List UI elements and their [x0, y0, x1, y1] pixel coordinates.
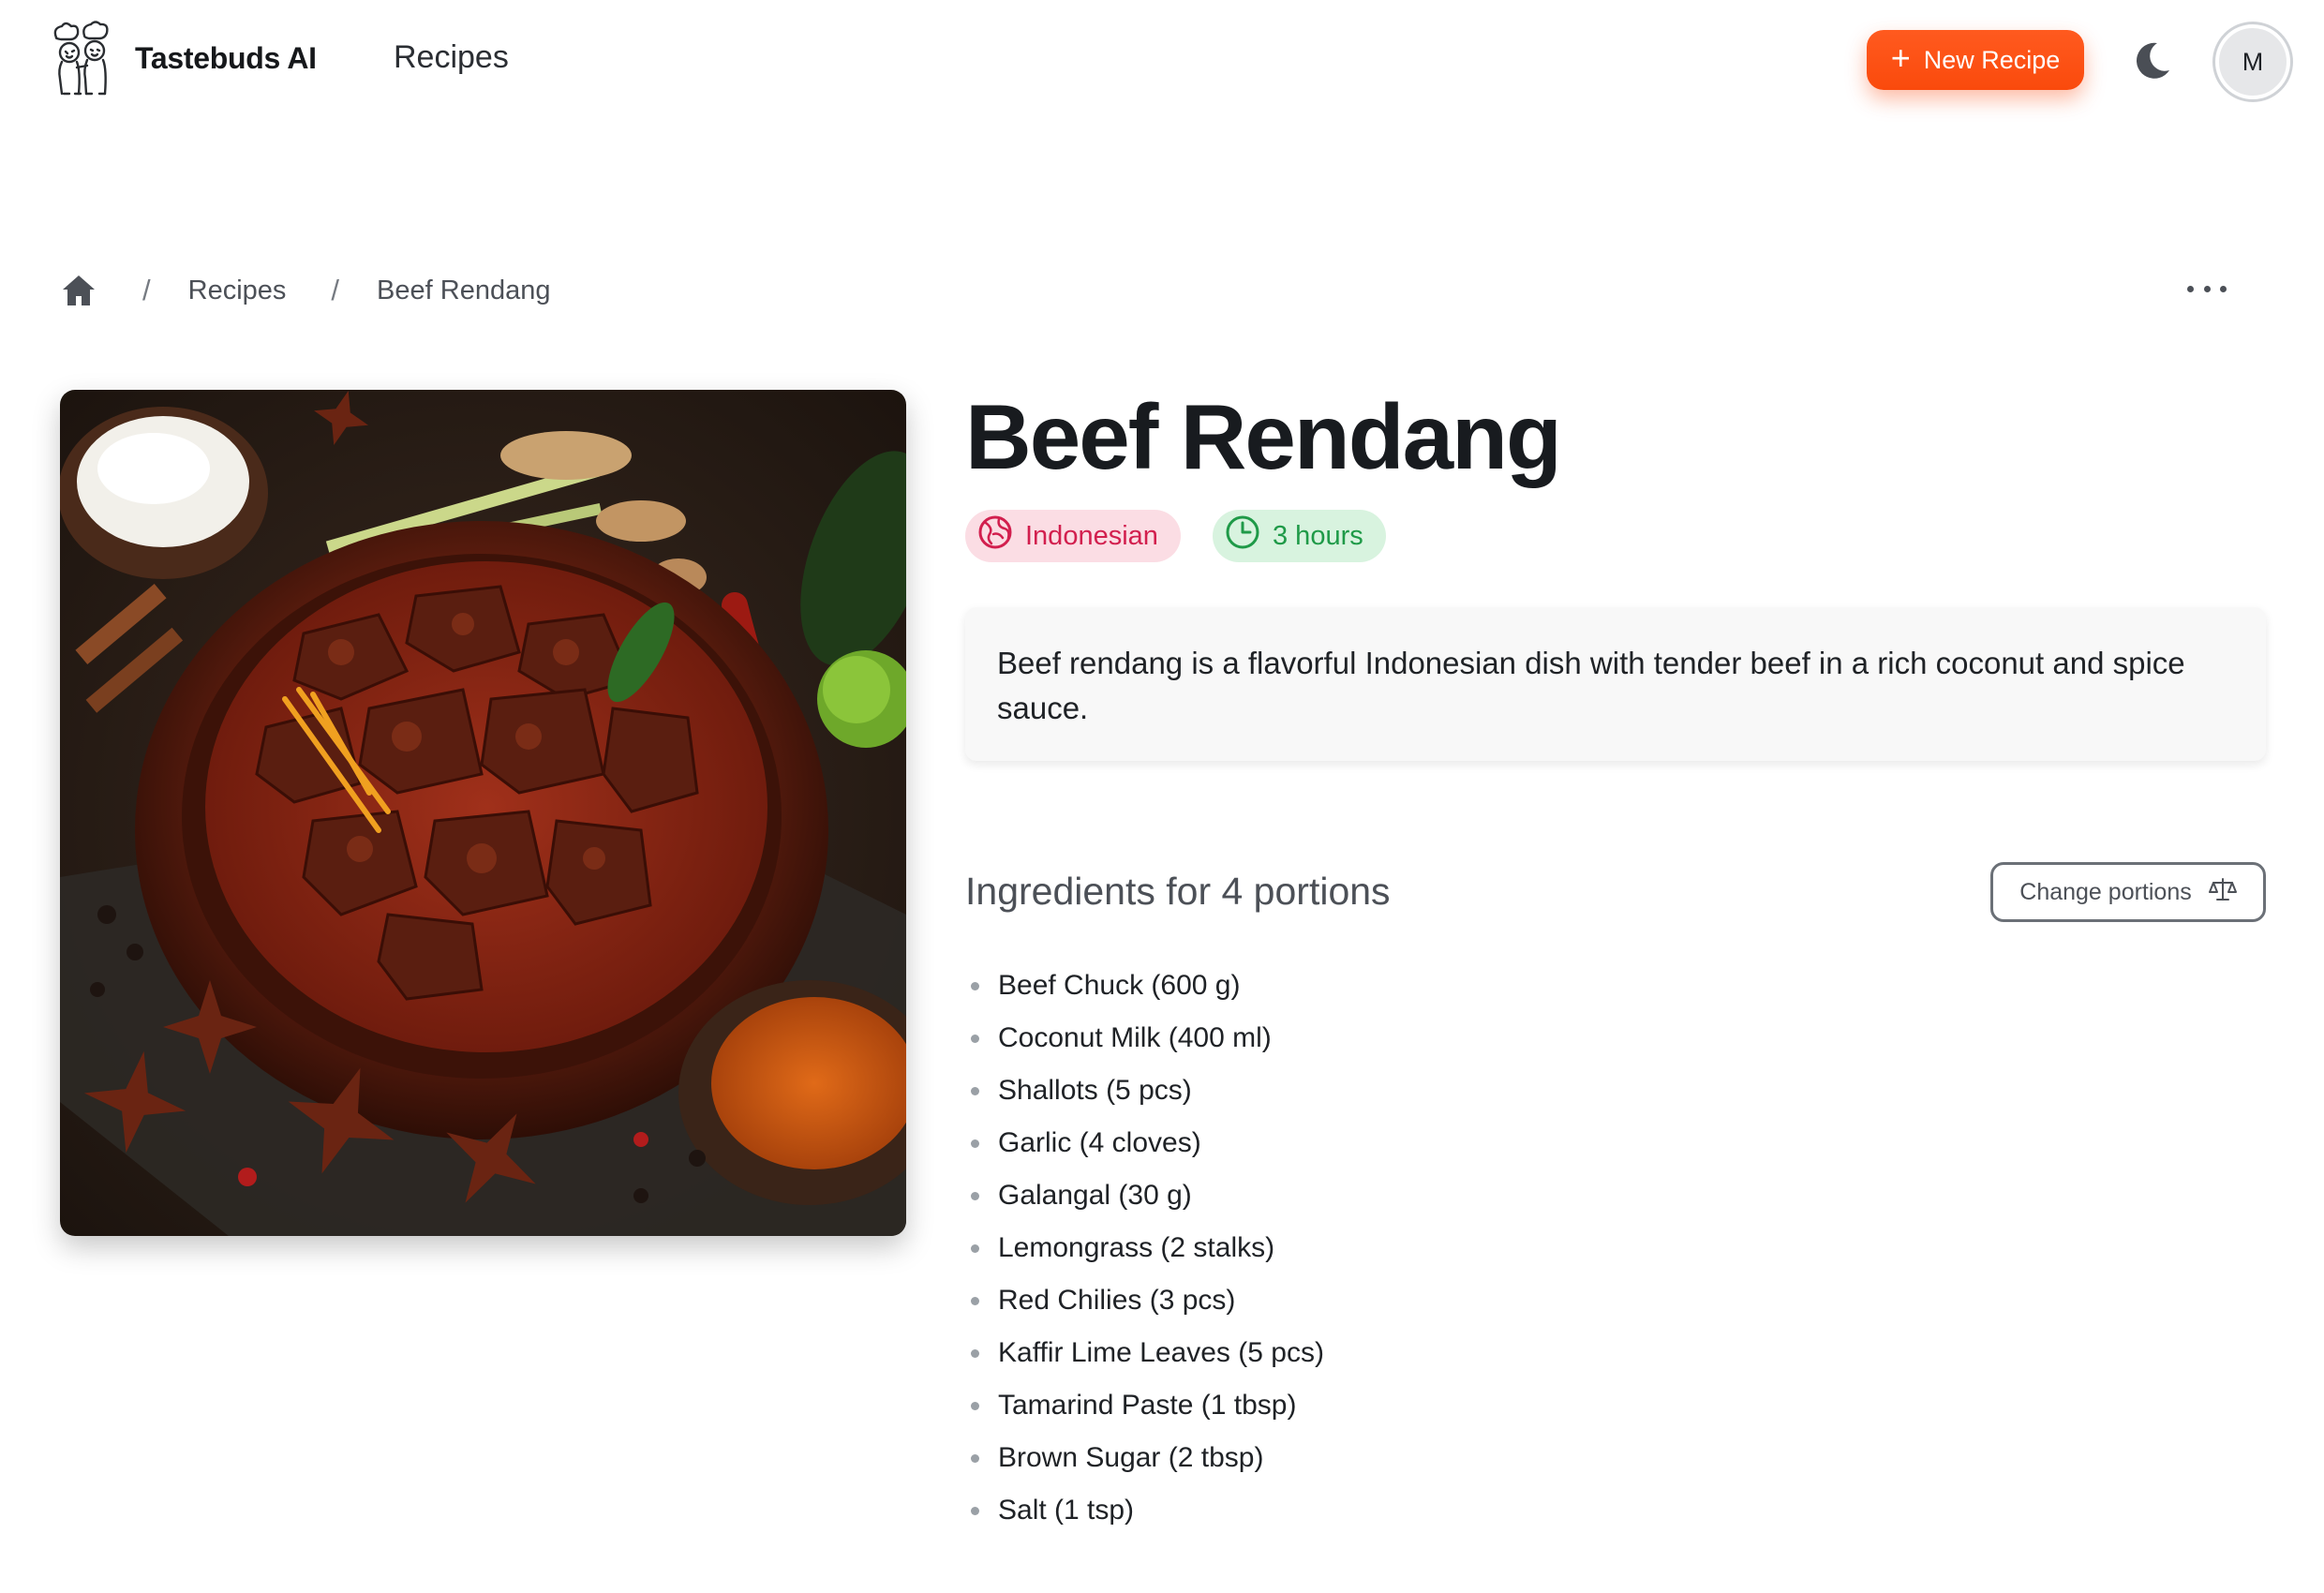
breadcrumb-separator: / [331, 274, 340, 306]
home-icon[interactable] [60, 273, 97, 308]
recipe-image [60, 390, 906, 1236]
breadcrumb-current: Beef Rendang [377, 275, 551, 305]
ingredient-item: Brown Sugar (2 tbsp) [971, 1432, 1324, 1484]
cuisine-badge: Indonesian [965, 510, 1181, 562]
ingredient-item: Kaffir Lime Leaves (5 pcs) [971, 1327, 1324, 1379]
brand-name[interactable]: Tastebuds AI [135, 41, 317, 76]
ingredient-item: Lemongrass (2 stalks) [971, 1222, 1324, 1274]
breadcrumb-recipes[interactable]: Recipes [188, 275, 287, 306]
ingredients-list: Beef Chuck (600 g) Coconut Milk (400 ml)… [971, 960, 1324, 1537]
ingredient-item: Coconut Milk (400 ml) [971, 1012, 1324, 1064]
recipe-description: Beef rendang is a flavorful Indonesian d… [965, 607, 2266, 761]
top-nav: Tastebuds AI Recipes + New Recipe M [0, 0, 2324, 120]
ingredient-item: Galangal (30 g) [971, 1169, 1324, 1222]
change-portions-button[interactable]: Change portions [1990, 862, 2266, 922]
ingredients-heading: Ingredients for 4 portions [965, 870, 1391, 913]
chef-duo-logo[interactable] [51, 21, 114, 97]
breadcrumb: / Recipes / Beef Rendang [60, 272, 550, 309]
time-badge: 3 hours [1213, 510, 1386, 562]
globe-icon [976, 514, 1014, 558]
ingredient-item: Beef Chuck (600 g) [971, 960, 1324, 1012]
more-horizontal-icon[interactable] [2187, 281, 2227, 296]
ingredient-item: Salt (1 tsp) [971, 1484, 1324, 1537]
new-recipe-label: New Recipe [1923, 45, 2061, 74]
recipe-title: Beef Rendang [965, 385, 1562, 488]
scale-icon [2208, 875, 2237, 910]
cuisine-label: Indonesian [1025, 520, 1158, 551]
ingredient-item: Red Chilies (3 pcs) [971, 1274, 1324, 1327]
ingredient-item: Garlic (4 cloves) [971, 1117, 1324, 1169]
clock-icon [1224, 514, 1261, 558]
nav-recipes-link[interactable]: Recipes [394, 39, 509, 76]
breadcrumb-separator: / [142, 274, 151, 306]
new-recipe-button[interactable]: + New Recipe [1867, 30, 2084, 90]
moon-icon[interactable] [2129, 37, 2174, 82]
user-avatar[interactable]: M [2215, 24, 2290, 99]
ingredient-item: Tamarind Paste (1 tbsp) [971, 1379, 1324, 1432]
change-portions-label: Change portions [2019, 878, 2192, 905]
ingredient-item: Shallots (5 pcs) [971, 1064, 1324, 1117]
duration-label: 3 hours [1273, 520, 1363, 551]
plus-icon: + [1890, 38, 1911, 77]
